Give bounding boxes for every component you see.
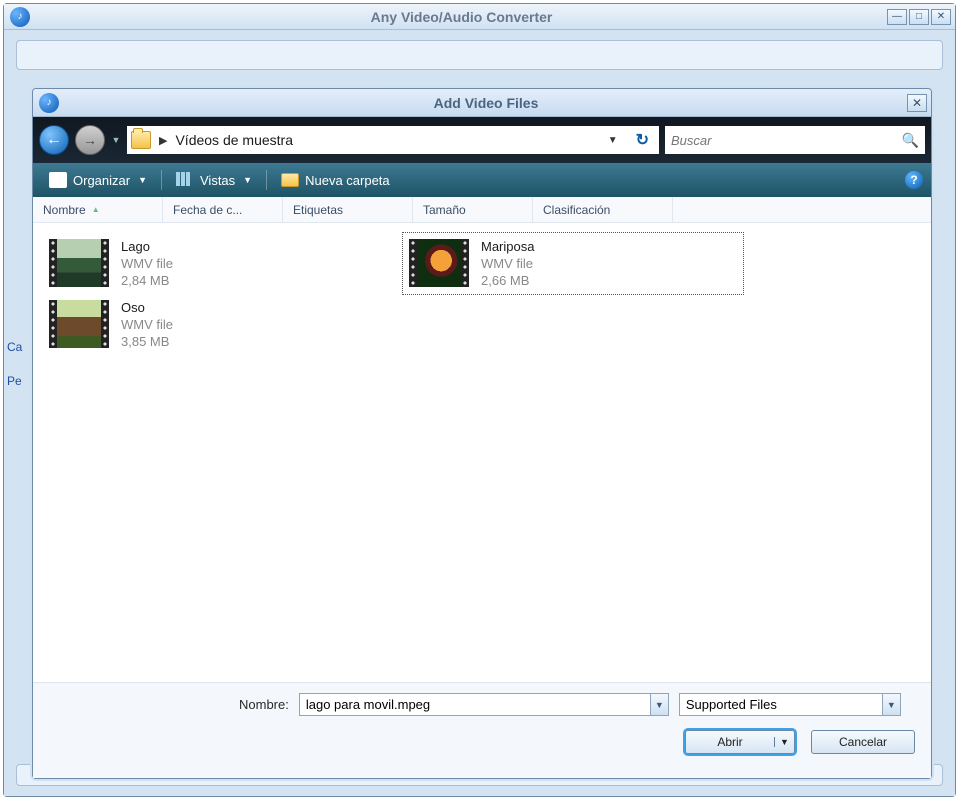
organize-button[interactable]: Organizar ▼	[41, 168, 155, 192]
column-fecha[interactable]: Fecha de c...	[163, 197, 283, 222]
new-folder-icon	[281, 173, 299, 187]
dialog-titlebar[interactable]: ♪ Add Video Files ✕	[33, 89, 931, 117]
folder-icon	[131, 131, 151, 149]
open-button-label: Abrir	[686, 735, 774, 749]
organize-icon	[49, 172, 67, 188]
chevron-down-icon[interactable]: ▼	[650, 694, 668, 715]
forward-button[interactable]: →	[75, 125, 105, 155]
dialog-footer: Nombre: ▼ Supported Files ▼ Abrir ▼	[33, 682, 931, 778]
open-button-split[interactable]: ▼	[774, 737, 794, 747]
file-item-mariposa[interactable]: Mariposa WMV file 2,66 MB	[403, 233, 743, 294]
help-button[interactable]: ?	[905, 171, 923, 189]
behind-text: Ca Pe	[7, 340, 22, 388]
address-path[interactable]: Vídeos de muestra	[175, 132, 595, 148]
nav-history-dropdown[interactable]: ▼	[111, 125, 121, 155]
column-clasificacion[interactable]: Clasificación	[533, 197, 673, 222]
search-input[interactable]	[671, 133, 902, 148]
add-video-files-dialog: ♪ Add Video Files ✕ ← → ▼ ▶ Vídeos de mu…	[32, 88, 932, 779]
file-name: Oso	[121, 300, 173, 315]
open-button[interactable]: Abrir ▼	[685, 730, 795, 754]
filename-combo[interactable]: ▼	[299, 693, 669, 716]
close-button[interactable]: ✕	[931, 9, 951, 25]
address-dropdown-icon[interactable]: ▼	[604, 135, 622, 146]
file-size: 3,85 MB	[121, 334, 173, 349]
views-icon	[176, 172, 194, 188]
video-thumbnail-icon	[49, 239, 109, 287]
file-item-lago[interactable]: Lago WMV file 2,84 MB	[43, 233, 383, 294]
dialog-title: Add Video Files	[65, 95, 907, 111]
maximize-button[interactable]: □	[909, 9, 929, 25]
file-name: Mariposa	[481, 239, 534, 254]
file-size: 2,66 MB	[481, 273, 534, 288]
file-type: WMV file	[481, 256, 534, 271]
views-label: Vistas	[200, 173, 235, 188]
file-type: WMV file	[121, 317, 173, 332]
cancel-button[interactable]: Cancelar	[811, 730, 915, 754]
search-icon[interactable]: 🔍	[902, 132, 919, 149]
chevron-down-icon[interactable]: ▼	[882, 694, 900, 715]
file-name: Lago	[121, 239, 173, 254]
chevron-down-icon: ▼	[138, 175, 147, 185]
filetype-filter-combo[interactable]: Supported Files ▼	[679, 693, 901, 716]
filter-value: Supported Files	[680, 697, 882, 712]
file-item-oso[interactable]: Oso WMV file 3,85 MB	[43, 294, 383, 355]
organize-label: Organizar	[73, 173, 130, 188]
navbar: ← → ▼ ▶ Vídeos de muestra ▼ ↻ 🔍	[33, 117, 931, 163]
breadcrumb-separator-icon: ▶	[159, 134, 167, 147]
filename-label: Nombre:	[239, 697, 289, 712]
chevron-down-icon: ▼	[243, 175, 252, 185]
column-headers: Nombre Fecha de c... Etiquetas Tamaño Cl…	[33, 197, 931, 223]
toolbar: Organizar ▼ Vistas ▼ Nueva carpeta ?	[33, 163, 931, 197]
app-body: Ca Pe ♪ Add Video Files ✕ ← → ▼ ▶ Vídeos…	[4, 30, 955, 796]
app-icon: ♪	[10, 7, 30, 27]
file-list[interactable]: Lago WMV file 2,84 MB Mariposa WMV file …	[33, 223, 931, 682]
dialog-close-button[interactable]: ✕	[907, 94, 927, 112]
video-thumbnail-icon	[49, 300, 109, 348]
new-folder-button[interactable]: Nueva carpeta	[273, 169, 398, 192]
column-etiquetas[interactable]: Etiquetas	[283, 197, 413, 222]
app-window: ♪ Any Video/Audio Converter — □ ✕ Ca Pe …	[3, 3, 956, 797]
refresh-icon[interactable]: ↻	[630, 130, 655, 150]
app-titlebar[interactable]: ♪ Any Video/Audio Converter — □ ✕	[4, 4, 955, 30]
filename-input[interactable]	[300, 697, 650, 712]
app-toolbar-stub	[16, 40, 943, 70]
video-thumbnail-icon	[409, 239, 469, 287]
back-button[interactable]: ←	[39, 125, 69, 155]
address-bar[interactable]: ▶ Vídeos de muestra ▼ ↻	[127, 126, 659, 154]
file-type: WMV file	[121, 256, 173, 271]
views-button[interactable]: Vistas ▼	[168, 168, 260, 192]
column-tamano[interactable]: Tamaño	[413, 197, 533, 222]
file-size: 2,84 MB	[121, 273, 173, 288]
cancel-button-label: Cancelar	[839, 735, 887, 749]
toolbar-separator	[266, 170, 267, 190]
minimize-button[interactable]: —	[887, 9, 907, 25]
app-title: Any Video/Audio Converter	[36, 9, 887, 25]
new-folder-label: Nueva carpeta	[305, 173, 390, 188]
search-box[interactable]: 🔍	[665, 126, 925, 154]
dialog-icon: ♪	[39, 93, 59, 113]
toolbar-separator	[161, 170, 162, 190]
column-nombre[interactable]: Nombre	[33, 197, 163, 222]
